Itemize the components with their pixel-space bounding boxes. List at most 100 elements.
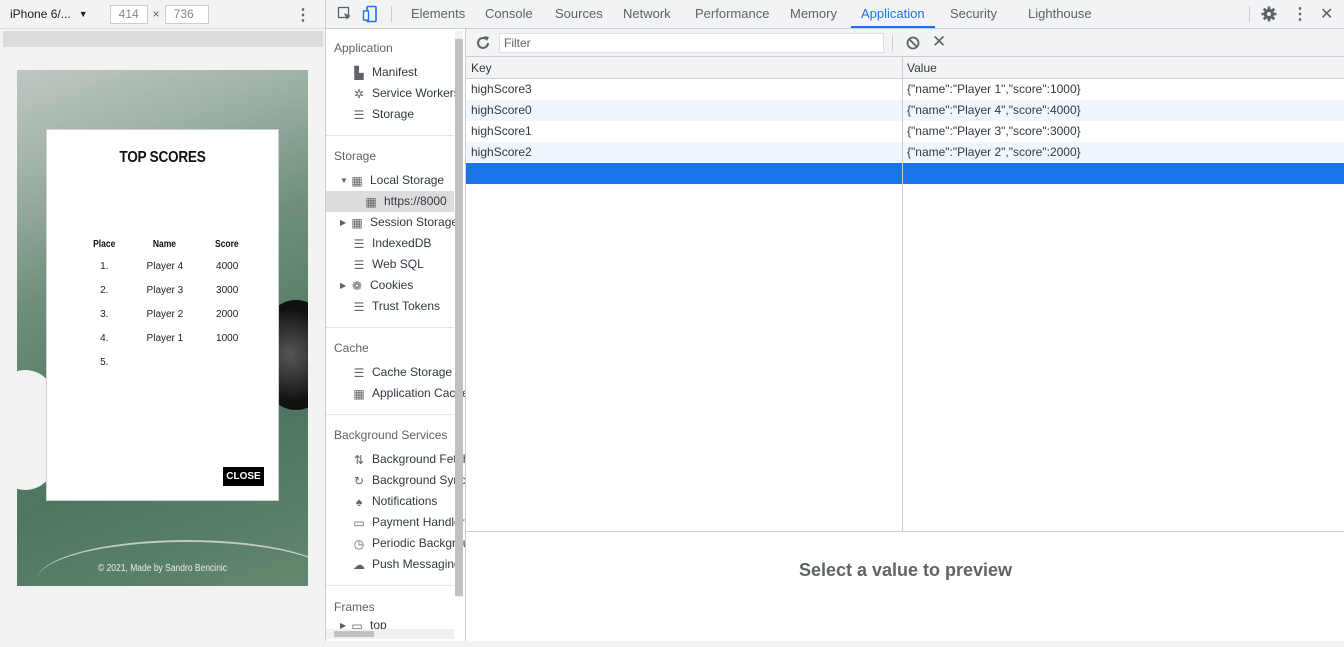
- sidebar-item-label: Trust Tokens: [372, 299, 441, 313]
- table-row[interactable]: highScore0 {"name":"Player 4","score":40…: [466, 100, 1344, 121]
- sidebar-item-cache-storage[interactable]: ☰ Cache Storage: [352, 362, 452, 383]
- table-row[interactable]: highScore3 {"name":"Player 1","score":10…: [466, 79, 1344, 100]
- score-name: Player 1: [146, 332, 184, 344]
- clock-icon: ◷: [353, 536, 365, 551]
- sidebar-item-label: Application Cache: [372, 386, 465, 400]
- column-divider[interactable]: [902, 57, 903, 532]
- customize-menu-icon[interactable]: ⋮: [1292, 4, 1308, 24]
- column-header-key[interactable]: Key: [471, 57, 492, 79]
- tab-performance[interactable]: Performance: [695, 0, 769, 28]
- inspect-element-icon[interactable]: [336, 5, 354, 23]
- sidebar-item-periodic-background-sync[interactable]: ◷ Periodic Background Sync: [352, 533, 465, 554]
- score-name: Player 2: [146, 308, 184, 320]
- sidebar-item-payment-handler[interactable]: ▭ Payment Handler: [352, 512, 464, 533]
- row-value: {"name":"Player 2","score":2000}: [907, 145, 1081, 159]
- close-devtools-icon[interactable]: ✕: [1320, 4, 1333, 24]
- row-value: {"name":"Player 3","score":3000}: [907, 124, 1081, 138]
- section-background-services: Background Services: [334, 428, 448, 442]
- clear-all-icon[interactable]: [904, 34, 922, 52]
- tab-memory[interactable]: Memory: [790, 0, 837, 28]
- row-key: highScore2: [471, 145, 532, 159]
- tab-lighthouse[interactable]: Lighthouse: [1028, 0, 1092, 28]
- refresh-icon[interactable]: [474, 34, 492, 52]
- sidebar-item-indexeddb[interactable]: ☰ IndexedDB: [352, 233, 432, 254]
- device-toggle-icon[interactable]: [362, 5, 380, 23]
- width-input[interactable]: 414: [109, 4, 148, 24]
- sidebar-item-local-storage[interactable]: ▼ ▦ Local Storage: [340, 170, 444, 191]
- preview-placeholder: Select a value to preview: [798, 560, 1013, 580]
- sidebar-item-websql[interactable]: ☰ Web SQL: [352, 254, 424, 275]
- toolbar-separator: [892, 35, 893, 51]
- sidebar-item-cookies[interactable]: ▶ ❁ Cookies: [340, 275, 413, 296]
- table-row[interactable]: highScore2 {"name":"Player 2","score":20…: [466, 142, 1344, 163]
- close-button[interactable]: CLOSE: [223, 467, 264, 486]
- sidebar-item-storage[interactable]: ☰ Storage: [352, 104, 414, 125]
- table-icon: ▦: [351, 173, 363, 188]
- tab-security[interactable]: Security: [950, 0, 997, 28]
- cloud-icon: ☁: [353, 557, 365, 572]
- table-icon: ▦: [351, 215, 363, 230]
- sidebar-item-label: Cache Storage: [372, 365, 453, 379]
- table-icon: ▦: [365, 194, 377, 209]
- score-place: 2.: [100, 284, 109, 296]
- sidebar-item-trust-tokens[interactable]: ☰ Trust Tokens: [352, 296, 440, 317]
- footer-credit: © 2021, Made by Sandro Bencinic: [97, 563, 228, 574]
- row-value: {"name":"Player 4","score":4000}: [907, 103, 1081, 117]
- sidebar-item-service-workers[interactable]: ✲ Service Workers: [352, 83, 460, 104]
- up-down-arrows-icon: ⇅: [353, 452, 365, 467]
- score-value: 1000: [216, 332, 239, 344]
- sidebar-item-label: Notifications: [372, 494, 438, 508]
- bottom-border: [0, 641, 1344, 647]
- sidebar-horizontal-scrollbar-thumb[interactable]: [334, 631, 374, 637]
- sidebar-divider: [326, 585, 454, 586]
- tab-sources[interactable]: Sources: [555, 0, 603, 28]
- collapsed-arrow-icon[interactable]: ▶: [340, 212, 350, 233]
- score-place: 3.: [100, 308, 109, 320]
- sidebar-item-session-storage[interactable]: ▶ ▦ Session Storage: [340, 212, 458, 233]
- row-key: highScore3: [471, 82, 532, 96]
- tab-console[interactable]: Console: [485, 0, 533, 28]
- caret-down-icon: ▼: [78, 9, 88, 19]
- score-place: 4.: [100, 332, 109, 344]
- sidebar-item-label: Manifest: [372, 65, 418, 79]
- sidebar-scrollbar-thumb[interactable]: [455, 39, 463, 596]
- tab-elements[interactable]: Elements: [411, 0, 465, 28]
- sidebar-item-local-origin[interactable]: ▦ https://8000: [326, 191, 454, 212]
- section-cache: Cache: [334, 341, 369, 355]
- table-header: Key Value: [466, 57, 1344, 79]
- filter-input[interactable]: [499, 33, 884, 53]
- settings-gear-icon[interactable]: [1260, 5, 1278, 23]
- score-value: 2000: [216, 308, 239, 320]
- more-options-icon[interactable]: ⋮: [295, 5, 311, 25]
- device-select[interactable]: iPhone 6/... ▼: [10, 7, 88, 21]
- score-row: 4. Player 1 1000: [79, 326, 254, 350]
- score-name: [129, 350, 200, 374]
- collapsed-arrow-icon[interactable]: ▶: [340, 275, 350, 296]
- height-input[interactable]: 736: [164, 4, 209, 24]
- sidebar-item-manifest[interactable]: ▙ Manifest: [352, 62, 417, 83]
- sidebar-item-background-sync[interactable]: ↻ Background Sync: [352, 470, 465, 491]
- tab-network[interactable]: Network: [623, 0, 671, 28]
- delete-selected-icon[interactable]: ✕: [932, 31, 946, 53]
- tab-application[interactable]: Application: [861, 0, 925, 28]
- table-row-new-entry[interactable]: [466, 163, 1344, 184]
- media-query-bar[interactable]: [3, 31, 323, 47]
- sync-icon: ↻: [353, 473, 365, 488]
- sidebar-item-notifications[interactable]: ♠ Notifications: [352, 491, 438, 512]
- table-row[interactable]: highScore1 {"name":"Player 3","score":30…: [466, 121, 1344, 142]
- column-header-value[interactable]: Value: [907, 57, 937, 79]
- table-icon: ▦: [353, 386, 365, 401]
- expanded-arrow-icon[interactable]: ▼: [340, 170, 350, 191]
- score-row: 1. Player 4 4000: [79, 254, 254, 278]
- sidebar-item-background-fetch[interactable]: ⇅ Background Fetch: [352, 449, 465, 470]
- database-icon: ☰: [353, 257, 365, 272]
- toolbar-separator: [391, 6, 392, 22]
- top-scores-modal: TOP SCORES Place Name Score 1. Player 4 …: [46, 129, 279, 501]
- credit-card-icon: ▭: [353, 515, 365, 530]
- sidebar-item-push-messaging[interactable]: ☁ Push Messaging: [352, 554, 461, 575]
- database-icon: ☰: [353, 299, 365, 314]
- sidebar-item-application-cache[interactable]: ▦ Application Cache: [352, 383, 465, 404]
- section-frames: Frames: [334, 600, 375, 614]
- score-name: Player 3: [146, 284, 184, 296]
- column-header-name: Name: [153, 238, 177, 250]
